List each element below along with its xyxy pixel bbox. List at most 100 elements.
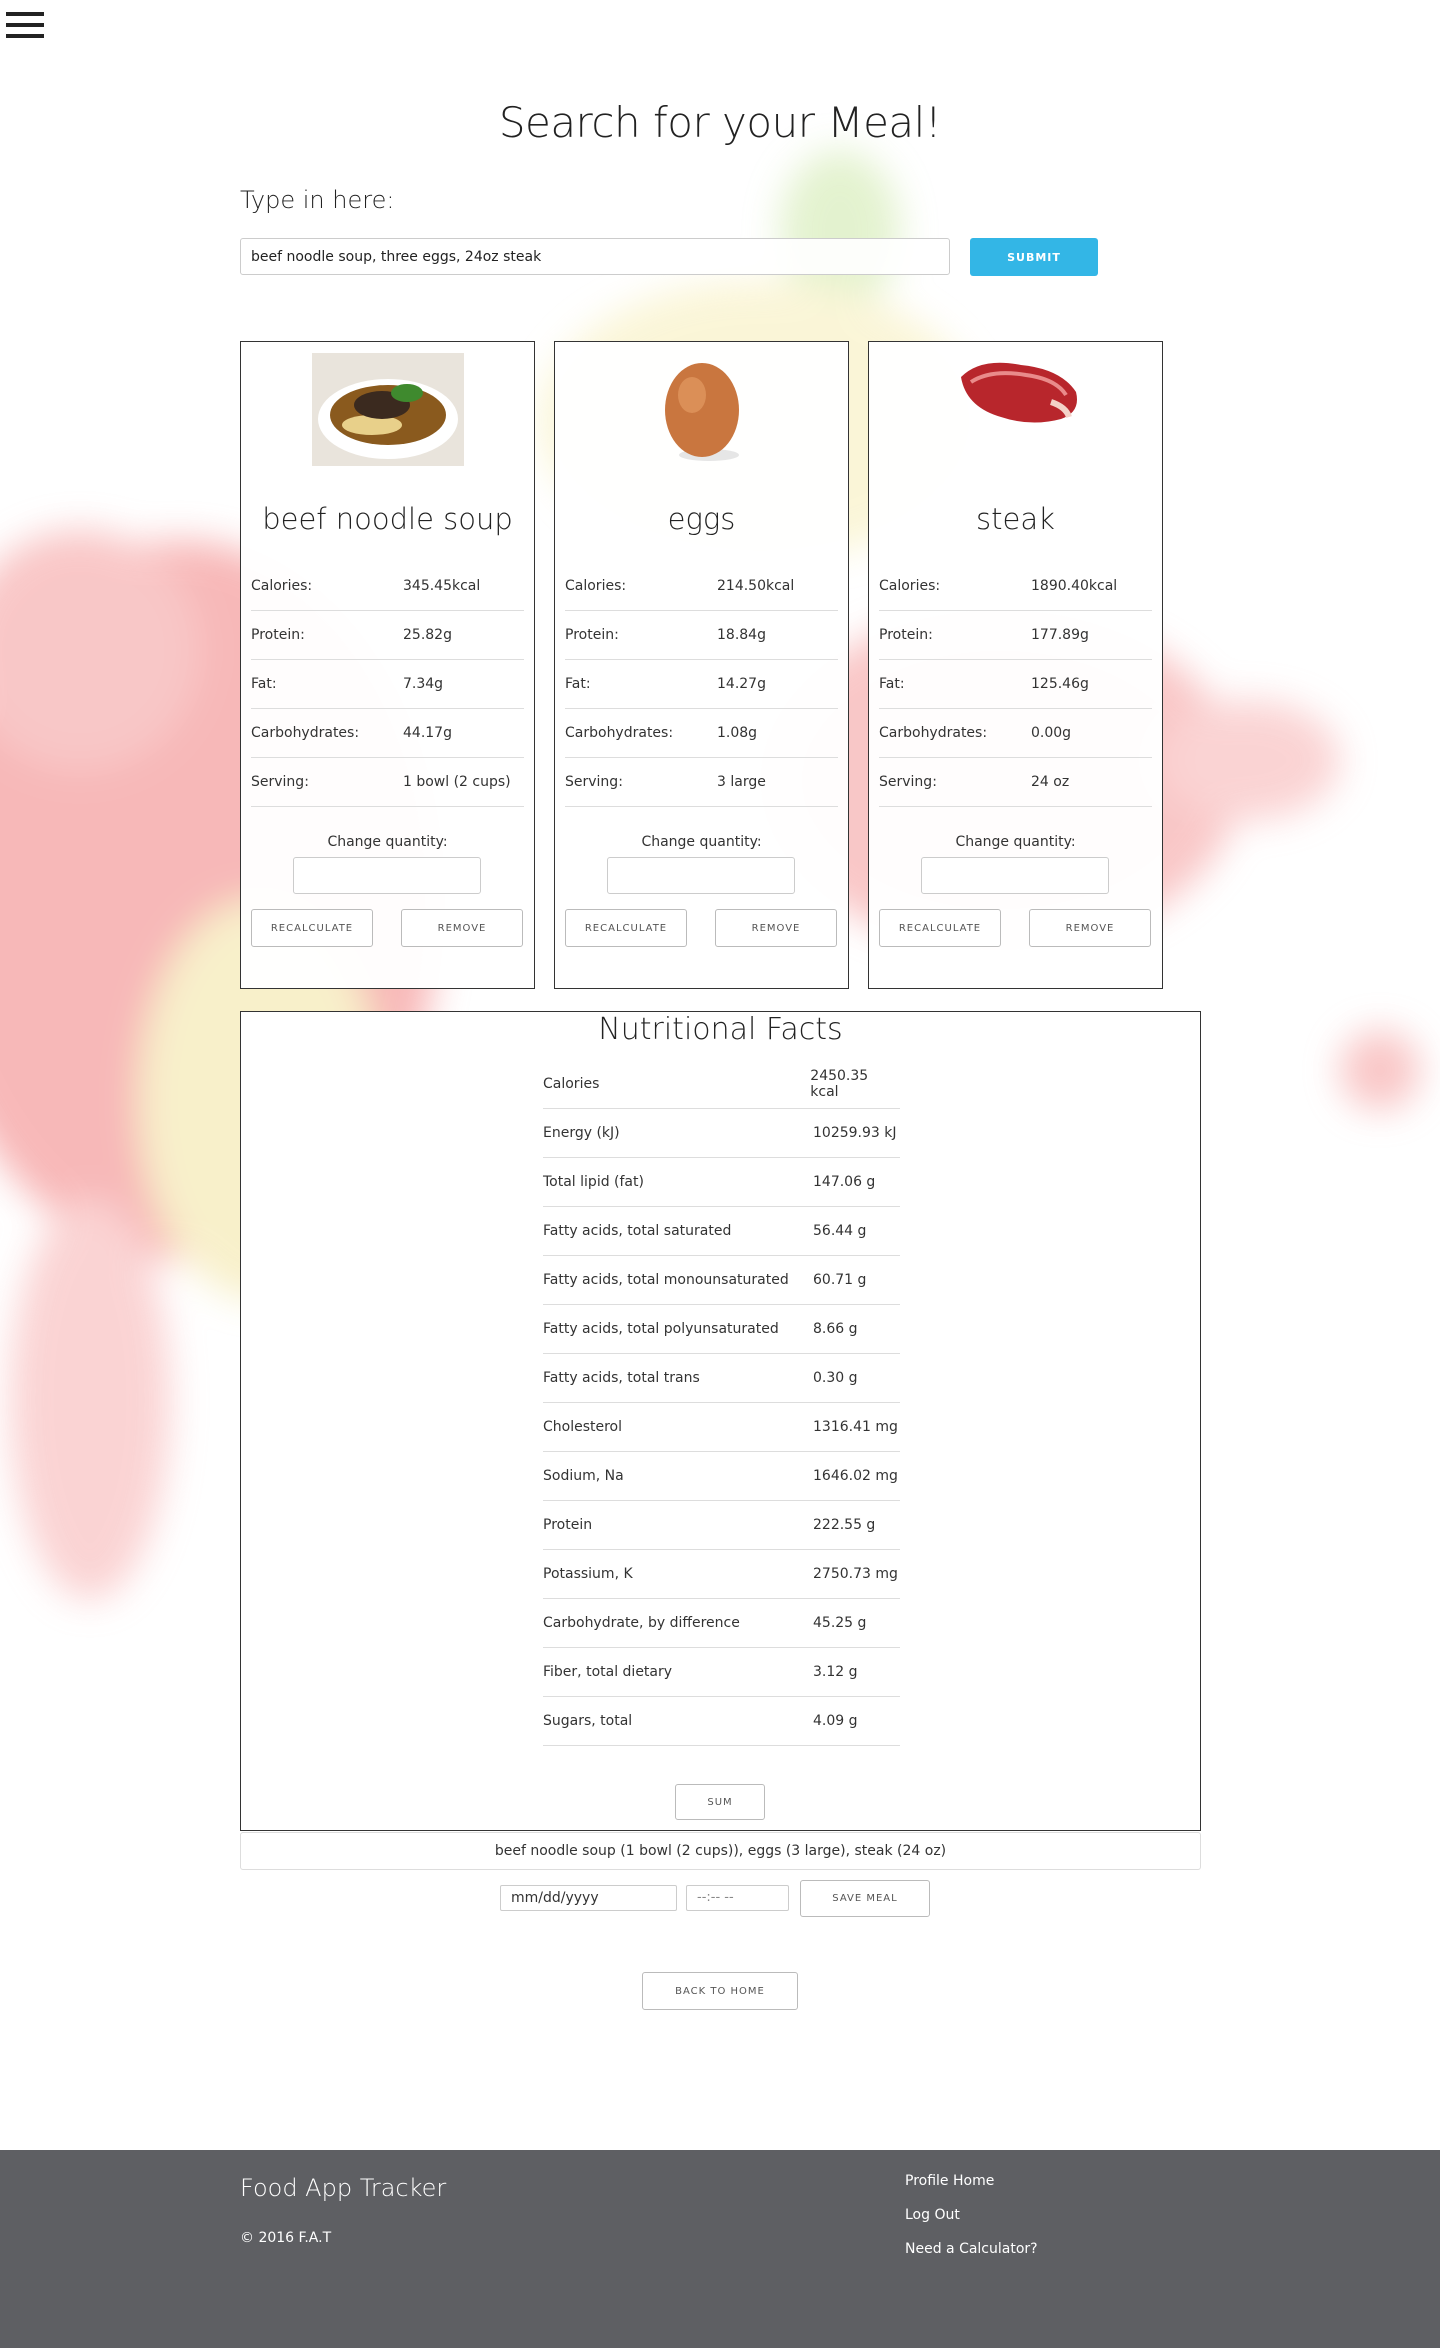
nutrient-row: Protein: 177.89g — [879, 611, 1152, 660]
nutrient-row: Fat: 125.46g — [879, 660, 1152, 709]
facts-value: 4.09 g — [813, 1713, 858, 1729]
nutrient-label: Serving: — [879, 774, 937, 790]
nutritional-facts-title: Nutritional Facts — [598, 1012, 843, 1047]
meal-search-input[interactable] — [240, 238, 950, 275]
submit-button[interactable]: SUBMIT — [970, 238, 1098, 276]
remove-button[interactable]: REMOVE — [715, 909, 837, 947]
facts-label: Fatty acids, total trans — [543, 1370, 700, 1386]
nutrient-value: 18.84g — [717, 627, 766, 643]
egg-image — [555, 352, 848, 467]
nutrient-value: 0.00g — [1031, 725, 1072, 741]
facts-row: Calories 2450.35 kcal — [543, 1060, 900, 1109]
nutrient-row: Serving: 24 oz — [879, 758, 1152, 807]
recalculate-button[interactable]: RECALCULATE — [879, 909, 1001, 947]
nutrient-row: Calories: 214.50kcal — [565, 562, 838, 611]
nutrient-value: 214.50kcal — [717, 578, 795, 594]
footer-link-profile-home[interactable]: Profile Home — [905, 2170, 1038, 2204]
facts-label: Carbohydrate, by difference — [543, 1615, 740, 1631]
change-quantity-label: Change quantity: — [955, 834, 1076, 850]
back-to-home-button[interactable]: BACK TO HOME — [642, 1972, 798, 2010]
facts-value: 60.71 g — [813, 1272, 867, 1288]
nutrient-label: Protein: — [565, 627, 619, 643]
facts-value: 222.55 g — [813, 1517, 876, 1533]
save-meal-button[interactable]: SAVE MEAL — [800, 1880, 930, 1917]
nutrient-label: Carbohydrates: — [251, 725, 360, 741]
food-name: eggs — [667, 502, 736, 536]
quantity-input[interactable] — [921, 857, 1109, 894]
nutrient-value: 1890.40kcal — [1031, 578, 1118, 594]
nutrient-row: Fat: 14.27g — [565, 660, 838, 709]
facts-label: Total lipid (fat) — [543, 1174, 644, 1190]
recalculate-button[interactable]: RECALCULATE — [251, 909, 373, 947]
nutrient-label: Fat: — [879, 676, 905, 692]
facts-label: Fatty acids, total monounsaturated — [543, 1272, 789, 1288]
facts-label: Sodium, Na — [543, 1468, 624, 1484]
nutrient-label: Serving: — [251, 774, 309, 790]
facts-value: 45.25 g — [813, 1615, 867, 1631]
footer-brand: Food App Tracker — [240, 2174, 447, 2202]
nutrient-value: 1.08g — [717, 725, 758, 741]
recalculate-button[interactable]: RECALCULATE — [565, 909, 687, 947]
nutrient-list: Calories: 345.45kcal Protein: 25.82g Fat: 7… — [251, 562, 524, 807]
facts-value: 8.66 g — [813, 1321, 858, 1337]
facts-row: Total lipid (fat) 147.06 g — [543, 1158, 900, 1207]
nutrient-label: Carbohydrates: — [565, 725, 674, 741]
facts-value: 2450.35 kcal — [810, 1068, 869, 1100]
nutrient-value: 125.46g — [1031, 676, 1089, 692]
facts-label: Calories — [543, 1076, 600, 1092]
nutrient-row: Carbohydrates: 0.00g — [879, 709, 1152, 758]
facts-value: 0.30 g — [813, 1370, 858, 1386]
remove-button[interactable]: REMOVE — [1029, 909, 1151, 947]
nutrient-label: Calories: — [565, 578, 627, 594]
facts-row: Fatty acids, total monounsaturated 60.71 … — [543, 1256, 900, 1305]
facts-row: Potassium, K 2750.73 mg — [543, 1550, 900, 1599]
hamburger-menu-icon[interactable] — [6, 12, 44, 40]
nutrient-list: Calories: 214.50kcal Protein: 18.84g Fat: 1… — [565, 562, 838, 807]
remove-button[interactable]: REMOVE — [401, 909, 523, 947]
sum-button[interactable]: SUM — [675, 1784, 765, 1820]
meal-summary: beef noodle soup (1 bowl (2 cups)), eggs… — [240, 1832, 1201, 1870]
change-quantity-label: Change quantity: — [641, 834, 762, 850]
nutrient-value: 3 large — [717, 774, 766, 790]
steak-image — [869, 342, 1162, 442]
nutrient-label: Protein: — [251, 627, 305, 643]
quantity-input[interactable] — [293, 857, 481, 894]
footer-links: Profile Home Log Out Need a Calculator? — [905, 2170, 1038, 2272]
nutritional-facts-list: Calories 2450.35 kcal Energy (kJ) 10259.93… — [543, 1060, 900, 1746]
facts-row: Fatty acids, total polyunsaturated 8.66 g — [543, 1305, 900, 1354]
nutrient-label: Fat: — [565, 676, 591, 692]
nutrient-label: Fat: — [251, 676, 277, 692]
nutritional-facts-panel: Nutritional Facts Calories 2450.35 kcal E… — [240, 1011, 1201, 1831]
food-name: steak — [976, 502, 1055, 536]
nutrient-list: Calories: 1890.40kcal Protein: 177.89g Fat… — [879, 562, 1152, 807]
nutrient-value: 25.82g — [403, 627, 452, 643]
facts-row: Carbohydrate, by difference 45.25 g — [543, 1599, 900, 1648]
facts-label: Fatty acids, total polyunsaturated — [543, 1321, 779, 1337]
facts-row: Sugars, total 4.09 g — [543, 1697, 900, 1746]
footer-link-calculator[interactable]: Need a Calculator? — [905, 2238, 1038, 2272]
facts-row: Sodium, Na 1646.02 mg — [543, 1452, 900, 1501]
food-card-beef-noodle-soup: beef noodle soup Calories: 345.45kcal Pro… — [240, 341, 535, 989]
footer-link-log-out[interactable]: Log Out — [905, 2204, 1038, 2238]
facts-row: Energy (kJ) 10259.93 kJ — [543, 1109, 900, 1158]
time-input[interactable]: --:-- -- — [686, 1885, 789, 1911]
quantity-input[interactable] — [607, 857, 795, 894]
footer: Food App Tracker © 2016 F.A.T Profile Ho… — [0, 2150, 1440, 2348]
facts-row: Protein 222.55 g — [543, 1501, 900, 1550]
food-name: beef noodle soup — [262, 502, 513, 536]
nutrient-row: Serving: 3 large — [565, 758, 838, 807]
food-card-eggs: eggs Calories: 214.50kcal Protein: 18.84g … — [554, 341, 849, 989]
facts-value: 10259.93 kJ — [813, 1125, 897, 1141]
type-in-label: Type in here: — [240, 186, 395, 214]
nutrient-row: Calories: 345.45kcal — [251, 562, 524, 611]
nutrient-row: Fat: 7.34g — [251, 660, 524, 709]
nutrient-label: Carbohydrates: — [879, 725, 988, 741]
facts-value: 147.06 g — [813, 1174, 876, 1190]
date-input[interactable]: mm/dd/yyyy — [500, 1885, 677, 1911]
nutrient-value: 7.34g — [403, 676, 444, 692]
nutrient-row: Serving: 1 bowl (2 cups) — [251, 758, 524, 807]
nutrient-value: 1 bowl (2 cups) — [403, 774, 511, 790]
change-quantity-label: Change quantity: — [327, 834, 448, 850]
nutrient-label: Calories: — [251, 578, 313, 594]
nutrient-row: Protein: 25.82g — [251, 611, 524, 660]
